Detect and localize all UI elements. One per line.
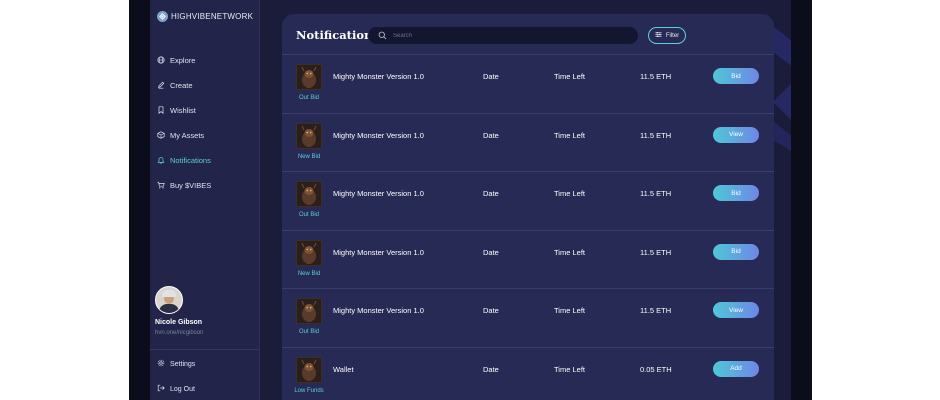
search-bar[interactable] [368,27,638,44]
item-name: Mighty Monster Version 1.0 [333,72,424,81]
sidebar-nav: Explore Create Wishlist My Assets Notifi… [157,48,211,198]
item-name: Mighty Monster Version 1.0 [333,189,424,198]
status-badge: New Bid [297,153,321,160]
logo-icon [157,11,168,22]
filter-button[interactable]: Filter [648,27,686,44]
page-title: Notifications [296,28,379,42]
action-button[interactable]: Bid [713,185,759,201]
filter-label: Filter [665,32,680,39]
bell-icon [157,156,165,166]
item-date: Date [483,306,499,315]
cart-icon [157,181,165,191]
nft-thumbnail[interactable] [296,181,322,207]
nft-thumbnail[interactable] [296,298,322,324]
settings-label: Settings [170,360,196,368]
notification-list: Out Bid Mighty Monster Version 1.0 Date Tim… [282,54,774,400]
nft-thumbnail[interactable] [296,239,322,266]
app-screen: HIGHVIBENETWORK Explore Create Wishlist … [150,0,791,400]
item-time-left: Time Left [554,130,585,140]
sidebar-item-label: My Assets [170,131,205,140]
sidebar-item-wishlist[interactable]: Wishlist [157,98,211,123]
action-button[interactable]: Bid [713,68,759,84]
sidebar-divider [150,349,259,350]
table-row: Low Funds Wallet Date Time Left 0.05 ETH Add [282,346,774,400]
nft-thumbnail[interactable] [296,122,322,149]
filter-icon [655,31,662,40]
sidebar-item-label: Notifications [170,156,211,165]
table-row: Out Bid Mighty Monster Version 1.0 Date Tim… [282,171,774,230]
item-date: Date [483,247,499,257]
bookmark-icon [157,105,165,116]
logout-label: Log Out [170,385,195,393]
action-button[interactable]: Bid [713,243,759,260]
sidebar: HIGHVIBENETWORK Explore Create Wishlist … [150,0,260,400]
search-input[interactable] [391,31,635,40]
sidebar-item-label: Explore [170,56,196,65]
item-time-left: Time Left [554,306,585,315]
globe-icon [157,55,165,66]
sidebar-item-create[interactable]: Create [157,73,211,98]
item-date: Date [483,189,499,198]
table-row: New Bid Mighty Monster Version 1.0 Date Tim… [282,229,774,289]
item-name: Mighty Monster Version 1.0 [333,247,424,257]
sidebar-item-notifications[interactable]: Notifications [157,148,211,173]
logout-button[interactable]: Log Out [157,384,195,394]
item-price: 0.05 ETH [640,364,672,374]
notifications-panel: Notifications Filter Out Bid Mighty Monst… [282,14,774,400]
table-row: New Bid Mighty Monster Version 1.0 Date Tim… [282,112,774,172]
status-badge: Out Bid [298,212,319,218]
brand-name: HIGHVIBENETWORK [171,12,254,21]
item-date: Date [483,130,499,140]
item-time-left: Time Left [554,189,585,198]
brand-logo[interactable]: HIGHVIBENETWORK [157,11,253,22]
sidebar-item-label: Create [170,81,193,90]
gear-icon [157,359,165,369]
pencil-icon [157,81,165,91]
item-name: Mighty Monster Version 1.0 [333,130,424,140]
sidebar-item-explore[interactable]: Explore [157,48,211,73]
item-time-left: Time Left [554,72,585,81]
table-row: Out Bid Mighty Monster Version 1.0 Date Tim… [282,288,774,347]
action-button[interactable]: View [713,302,759,318]
logout-icon [157,384,165,394]
sidebar-item-buy-vibes[interactable]: Buy $VIBES [157,173,211,198]
action-button[interactable]: Add [713,360,759,377]
item-date: Date [483,72,499,81]
item-price: 11.5 ETH [640,306,672,315]
table-row: Out Bid Mighty Monster Version 1.0 Date Tim… [282,54,774,113]
sidebar-item-label: Buy $VIBES [170,181,212,190]
nft-thumbnail[interactable] [296,356,322,383]
user-name: Nicole Gibson [155,319,203,326]
item-price: 11.5 ETH [640,189,672,198]
item-date: Date [483,364,499,374]
action-button[interactable]: View [713,126,759,143]
status-badge: Out Bid [298,95,319,101]
status-badge: Out Bid [298,329,319,335]
user-profile[interactable]: Nicole Gibson hvn.one/nicgibson [155,286,203,336]
item-name: Wallet [333,364,354,374]
item-price: 11.5 ETH [640,130,672,140]
item-time-left: Time Left [554,364,585,374]
nft-thumbnail[interactable] [296,64,322,90]
item-price: 11.5 ETH [640,247,672,257]
settings-button[interactable]: Settings [157,359,195,369]
user-handle: hvn.one/nicgibson [155,330,204,336]
status-badge: Low Funds [294,387,324,394]
item-name: Mighty Monster Version 1.0 [333,306,424,315]
search-icon [368,27,387,45]
box-icon [157,130,165,141]
status-badge: New Bid [297,270,321,277]
sidebar-item-my-assets[interactable]: My Assets [157,123,211,148]
item-price: 11.5 ETH [640,72,672,81]
item-time-left: Time Left [554,247,585,257]
sidebar-item-label: Wishlist [170,106,196,115]
avatar[interactable] [155,286,183,314]
